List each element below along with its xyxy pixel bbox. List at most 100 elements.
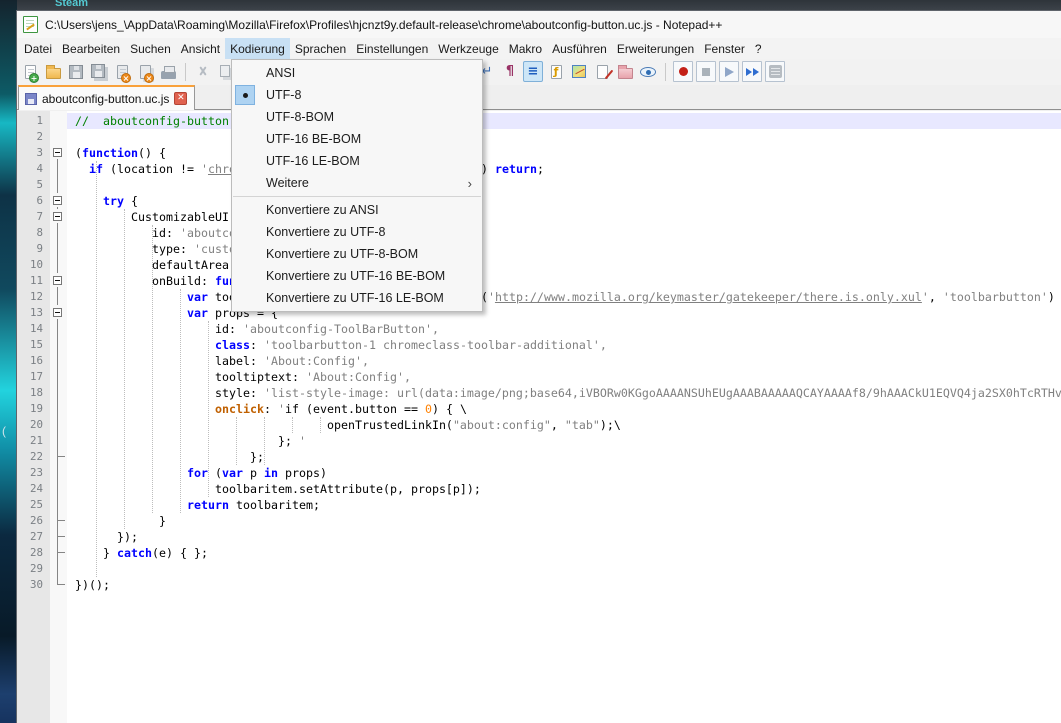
stop-recording-icon[interactable] [696, 61, 716, 82]
cut-icon[interactable] [193, 62, 213, 83]
menu-datei[interactable]: Datei [19, 38, 57, 59]
code-line[interactable]: if (location != 'chrome://browser/conten… [67, 161, 1061, 177]
folder-as-workspace-icon[interactable] [615, 61, 635, 82]
code-line[interactable] [67, 129, 1061, 145]
menu-item-ansi[interactable]: ANSI [232, 62, 482, 84]
code-line[interactable]: try { [67, 193, 1061, 209]
code-line[interactable]: onBuild: function(doc) { [67, 273, 1061, 289]
code-line[interactable]: var toolbaritem = document.createElement… [67, 289, 1061, 305]
menu-bearbeiten[interactable]: Bearbeiten [57, 38, 125, 59]
document-map-icon[interactable] [569, 61, 589, 82]
menu-item-konvertiere-zu-utf-8[interactable]: Konvertiere zu UTF-8 [232, 221, 482, 243]
fold-margin-cell [50, 401, 67, 417]
fold-margin-cell [50, 161, 67, 177]
menu-ansicht[interactable]: Ansicht [176, 38, 225, 59]
indent-guide-icon[interactable]: ≡ [523, 61, 543, 82]
menu-item-utf-16-le-bom[interactable]: UTF-16 LE-BOM [232, 150, 482, 172]
code-line[interactable]: onclick: 'if (event.button == 0) { \ [67, 401, 1061, 417]
menu-item-utf-8[interactable]: UTF-8 [232, 84, 482, 106]
code-line[interactable]: var props = { [67, 305, 1061, 321]
save-icon[interactable] [66, 62, 86, 83]
menu-item-utf-8-bom[interactable]: UTF-8-BOM [232, 106, 482, 128]
menu-makro[interactable]: Makro [504, 38, 547, 59]
menu-?[interactable]: ? [750, 38, 767, 59]
code-line[interactable]: id: 'aboutconfig-button', [67, 225, 1061, 241]
menu-sprachen[interactable]: Sprachen [290, 38, 351, 59]
line-number: 16 [17, 353, 43, 369]
menu-item-konvertiere-zu-utf-8-bom[interactable]: Konvertiere zu UTF-8-BOM [232, 243, 482, 265]
menu-item-weitere[interactable]: Weitere› [232, 172, 482, 194]
fold-margin-cell [50, 353, 67, 369]
code-line[interactable]: type: 'custom', [67, 241, 1061, 257]
fold-collapse-marker[interactable] [50, 209, 67, 225]
code-line[interactable]: }; [67, 449, 1061, 465]
save-all-icon[interactable] [89, 62, 109, 83]
menu-werkzeuge[interactable]: Werkzeuge [433, 38, 503, 59]
fold-collapse-marker[interactable] [50, 193, 67, 209]
start-recording-icon[interactable] [673, 61, 693, 82]
close-icon[interactable]: × [112, 62, 132, 83]
background-glyph: ( [2, 424, 6, 438]
title-bar[interactable]: C:\Users\jens_\AppData\Roaming\Mozilla\F… [17, 11, 1061, 38]
fold-margin-cell [50, 417, 67, 433]
menu-erweiterungen[interactable]: Erweiterungen [612, 38, 699, 59]
code-line[interactable]: (function() { [67, 145, 1061, 161]
code-line[interactable]: } [67, 513, 1061, 529]
menu-item-konvertiere-zu-ansi[interactable]: Konvertiere zu ANSI [232, 199, 482, 221]
save-macro-icon[interactable] [765, 61, 785, 82]
line-number: 6 [17, 193, 43, 209]
code-line[interactable]: defaultArea: CustomizableUI.AREA_NAVBAR, [67, 257, 1061, 273]
desktop-background [0, 0, 17, 723]
code-line[interactable]: tooltiptext: 'About:Config', [67, 369, 1061, 385]
background-window-strip [17, 0, 1061, 10]
code-area[interactable]: // aboutconfig-button.uc.js (function() … [67, 111, 1061, 723]
function-list-icon[interactable]: ƒ [546, 61, 566, 82]
line-number: 9 [17, 241, 43, 257]
tab-close-icon[interactable]: ✕ [174, 92, 187, 105]
new-file-icon[interactable]: + [20, 62, 40, 83]
close-all-icon[interactable]: × [135, 62, 155, 83]
line-number: 19 [17, 401, 43, 417]
code-line[interactable]: return toolbaritem; [67, 497, 1061, 513]
code-line[interactable] [67, 561, 1061, 577]
line-number: 20 [17, 417, 43, 433]
line-number: 25 [17, 497, 43, 513]
menu-item-utf-16-be-bom[interactable]: UTF-16 BE-BOM [232, 128, 482, 150]
code-line[interactable]: label: 'About:Config', [67, 353, 1061, 369]
monitoring-icon[interactable] [638, 61, 658, 82]
run-macro-multiple-icon[interactable] [742, 61, 762, 82]
code-line[interactable]: openTrustedLinkIn("about:config", "tab")… [67, 417, 1061, 433]
menu-item-konvertiere-zu-utf-16-be-bom[interactable]: Konvertiere zu UTF-16 BE-BOM [232, 265, 482, 287]
code-line[interactable]: CustomizableUI.createWidget({ [67, 209, 1061, 225]
fold-collapse-marker[interactable] [50, 273, 67, 289]
code-line[interactable]: for (var p in props) [67, 465, 1061, 481]
document-switcher-icon[interactable] [592, 61, 612, 82]
code-line[interactable]: }; ' [67, 433, 1061, 449]
tab-aboutconfig-button[interactable]: aboutconfig-button.uc.js ✕ [18, 85, 195, 110]
menu-ausf-hren[interactable]: Ausführen [547, 38, 612, 59]
code-line[interactable]: toolbaritem.setAttribute(p, props[p]); [67, 481, 1061, 497]
fold-margin-cell [50, 513, 67, 529]
fold-margin-cell [50, 241, 67, 257]
playback-macro-icon[interactable] [719, 61, 739, 82]
code-line[interactable]: // aboutconfig-button.uc.js [67, 113, 1061, 129]
fold-collapse-marker[interactable] [50, 145, 67, 161]
open-file-icon[interactable] [43, 62, 63, 83]
fold-collapse-marker[interactable] [50, 305, 67, 321]
menu-kodierung[interactable]: Kodierung [225, 38, 290, 59]
code-line[interactable]: })(); [67, 577, 1061, 593]
code-line[interactable]: style: 'list-style-image: url(data:image… [67, 385, 1061, 401]
menu-einstellungen[interactable]: Einstellungen [351, 38, 433, 59]
code-line[interactable]: class: 'toolbarbutton-1 chromeclass-tool… [67, 337, 1061, 353]
menu-item-konvertiere-zu-utf-16-le-bom[interactable]: Konvertiere zu UTF-16 LE-BOM [232, 287, 482, 309]
show-all-characters-icon[interactable]: ¶ [500, 61, 520, 82]
menu-suchen[interactable]: Suchen [125, 38, 176, 59]
code-line[interactable]: } catch(e) { }; [67, 545, 1061, 561]
code-line[interactable]: }); [67, 529, 1061, 545]
line-number: 11 [17, 273, 43, 289]
print-icon[interactable] [158, 62, 178, 83]
code-line[interactable] [67, 177, 1061, 193]
menu-fenster[interactable]: Fenster [699, 38, 750, 59]
code-line[interactable]: id: 'aboutconfig-ToolBarButton', [67, 321, 1061, 337]
line-number: 13 [17, 305, 43, 321]
